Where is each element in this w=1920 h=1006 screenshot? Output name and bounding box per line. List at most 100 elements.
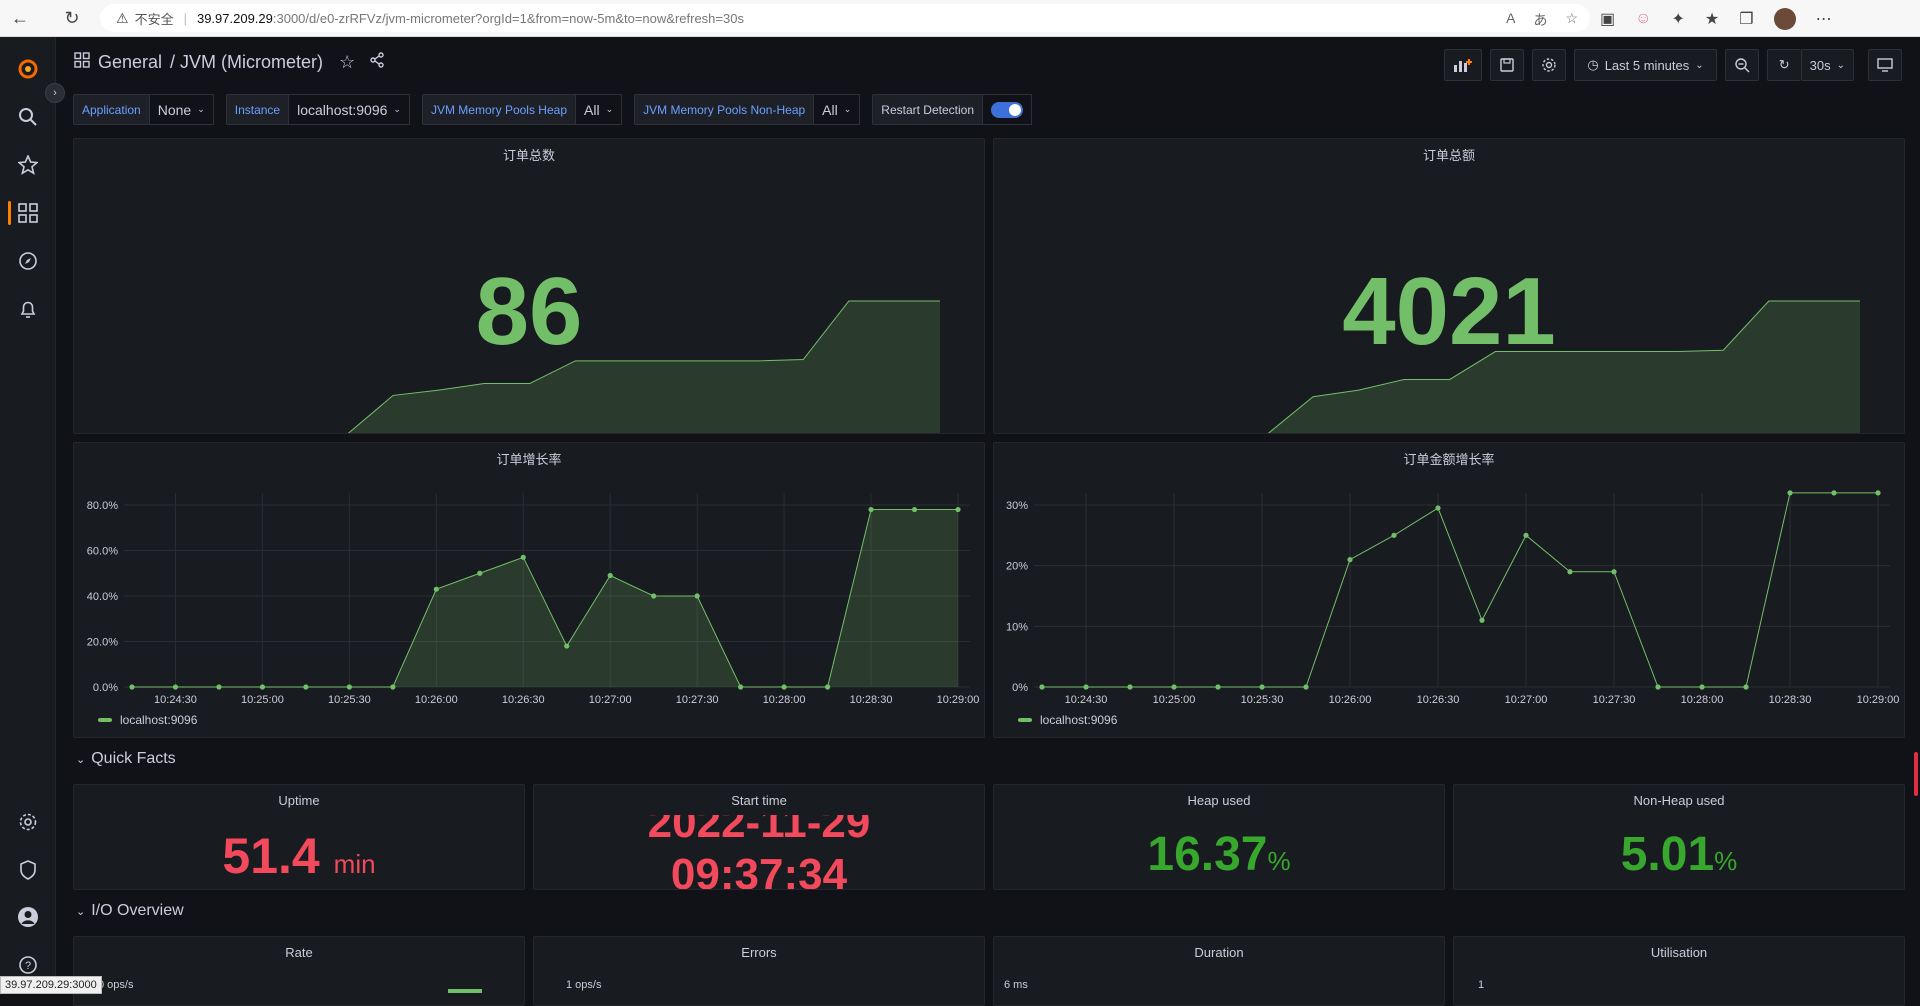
panel-title: Non-Heap used — [1454, 793, 1904, 808]
restart-detection-toggle[interactable] — [991, 102, 1023, 118]
legend-swatch — [1018, 718, 1032, 722]
panel-title: Errors — [534, 945, 984, 960]
data-point — [1259, 684, 1264, 689]
extensions-icon[interactable]: ✦ — [1671, 9, 1684, 29]
favorites-icon[interactable]: ★ — [1705, 9, 1719, 29]
variable-select-nonheap-pools[interactable]: All⌄ — [814, 94, 860, 125]
folder-link[interactable]: General — [98, 52, 162, 73]
panel-io-utilisation: Utilisation 1 — [1453, 936, 1905, 1006]
user-avatar[interactable] — [0, 901, 56, 933]
address-bar[interactable]: ⚠ 不安全 | 39.97.209.29:3000/d/e0-zrRFVz/jv… — [100, 4, 1590, 32]
legend[interactable]: localhost:9096 — [98, 713, 197, 727]
data-point — [608, 573, 613, 578]
time-range-label: Last 5 minutes — [1605, 58, 1690, 73]
chevron-down-icon: ⌄ — [606, 104, 614, 115]
y-tick-label: 0% — [1012, 682, 1028, 694]
legend-swatch — [98, 718, 112, 722]
back-icon[interactable]: ← — [0, 0, 40, 37]
y-tick-label: 40.0% — [87, 591, 118, 603]
configuration-gear-icon[interactable] — [0, 806, 56, 838]
url-path: :3000/d/e0-zrRFVz/jvm-micrometer?orgId=1… — [273, 11, 744, 26]
panel-title: Utilisation — [1454, 945, 1904, 960]
refresh-group: ↻ 30s ⌄ — [1767, 49, 1854, 81]
series-line — [1042, 493, 1878, 687]
reload-icon[interactable]: ↻ — [52, 0, 92, 37]
data-point — [1743, 684, 1748, 689]
row-quick-facts[interactable]: ⌄ Quick Facts — [76, 750, 176, 768]
refresh-button[interactable]: ↻ — [1767, 49, 1801, 81]
dashboards-icon[interactable] — [0, 197, 56, 229]
extension-icon[interactable]: ▣ — [1600, 9, 1615, 29]
data-point — [1347, 557, 1352, 562]
data-point — [868, 507, 873, 512]
dashboard-toolbar: ◷ Last 5 minutes ⌄ ↻ 30s ⌄ — [1444, 49, 1902, 81]
panel-start-time: Start time 2022-11-29 09:37:34 — [533, 784, 985, 890]
explore-icon[interactable] — [0, 245, 56, 277]
x-tick-label: 10:24:30 — [1065, 694, 1108, 706]
starred-icon[interactable] — [0, 149, 56, 181]
insecure-label: 不安全 — [135, 9, 174, 28]
stat-value: 51.4 min — [74, 827, 524, 885]
panel-title: Uptime — [74, 793, 524, 808]
add-panel-button[interactable] — [1444, 49, 1482, 81]
profile-avatar[interactable] — [1774, 8, 1796, 30]
page-title[interactable]: / JVM (Micrometer) — [170, 52, 323, 73]
legend[interactable]: localhost:9096 — [1018, 713, 1117, 727]
variable-select-application[interactable]: None⌄ — [150, 94, 214, 125]
star-icon[interactable]: ☆ — [339, 52, 355, 73]
data-point — [1567, 569, 1572, 574]
data-point — [564, 643, 569, 648]
x-tick-label: 10:29:00 — [937, 694, 980, 706]
time-picker-button[interactable]: ◷ Last 5 minutes ⌄ — [1574, 49, 1716, 81]
panel-order-amount: 订单总额 4021 — [993, 138, 1905, 434]
scrollbar-thumb[interactable] — [1914, 752, 1918, 796]
panel-amount-growth: 订单金额增长率 0%10%20%30%10:24:3010:25:0010:25… — [993, 442, 1905, 738]
panel-title: Start time — [534, 793, 984, 808]
expand-menu-button[interactable]: › — [45, 83, 65, 103]
data-point — [1699, 684, 1704, 689]
alerting-bell-icon[interactable] — [0, 293, 56, 325]
dashboard-settings-button[interactable] — [1532, 49, 1566, 81]
row-io-overview[interactable]: ⌄ I/O Overview — [76, 902, 184, 920]
favorite-add-icon[interactable]: ☆ — [1565, 10, 1578, 30]
search-icon[interactable] — [0, 101, 56, 133]
data-point — [1127, 684, 1132, 689]
x-tick-label: 10:27:30 — [676, 694, 719, 706]
share-icon[interactable] — [369, 52, 385, 73]
translate-icon[interactable]: あ — [1533, 10, 1547, 30]
browser-toolbar: ← ↻ ⚠ 不安全 | 39.97.209.29:3000/d/e0-zrRFV… — [0, 0, 1920, 37]
server-admin-shield-icon[interactable] — [0, 854, 56, 886]
timeseries-order-growth: 0.0%20.0%40.0%60.0%80.0%10:24:3010:25:00… — [74, 443, 985, 738]
restart-detection-toggle-wrap — [983, 94, 1032, 125]
chevron-down-icon: ⌄ — [197, 104, 205, 115]
variable-select-instance[interactable]: localhost:9096⌄ — [289, 94, 410, 125]
refresh-interval-picker[interactable]: 30s ⌄ — [1801, 49, 1854, 81]
dashboard-grid-icon — [74, 52, 90, 73]
extension-cat-icon[interactable]: ☺ — [1635, 10, 1651, 28]
x-tick-label: 10:27:00 — [1505, 694, 1548, 706]
data-point — [434, 587, 439, 592]
panel-io-rate: Rate 0 ops/s — [73, 936, 525, 1006]
zoom-out-button[interactable] — [1725, 49, 1759, 81]
y-tick-label: 60.0% — [87, 546, 118, 558]
x-tick-label: 10:25:00 — [241, 694, 284, 706]
variable-label-application: Application — [73, 94, 150, 125]
series-bar — [448, 989, 482, 993]
data-point — [1831, 490, 1836, 495]
save-dashboard-button[interactable] — [1490, 49, 1524, 81]
data-point — [1083, 684, 1088, 689]
url-host: 39.97.209.29 — [197, 11, 273, 26]
data-point — [1215, 684, 1220, 689]
collections-icon[interactable]: ❐ — [1739, 9, 1753, 29]
data-point — [521, 555, 526, 560]
breadcrumb: General / JVM (Micrometer) ☆ — [74, 52, 385, 73]
data-point — [1171, 684, 1176, 689]
y-tick-label: 20% — [1006, 561, 1028, 573]
variable-select-heap-pools[interactable]: All⌄ — [576, 94, 622, 125]
read-aloud-icon[interactable]: A — [1506, 10, 1515, 30]
tv-mode-button[interactable] — [1868, 49, 1902, 81]
more-icon[interactable]: ⋯ — [1816, 9, 1832, 29]
x-tick-label: 10:29:00 — [1857, 694, 1900, 706]
grafana-logo-icon[interactable] — [0, 53, 56, 85]
panel-title: Duration — [994, 945, 1444, 960]
